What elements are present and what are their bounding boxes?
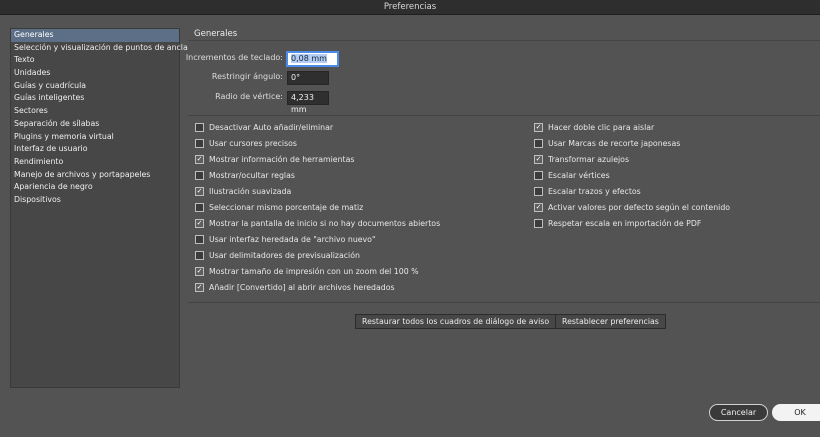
options-divider-top <box>188 115 820 116</box>
option-checkbox-row[interactable]: ✓ Mostrar la pantalla de inicio si no hay… <box>195 218 440 230</box>
checkbox-unchecked[interactable] <box>195 250 204 260</box>
constrain-angle-row: Restringir ángulo: 0° <box>164 70 344 85</box>
sidebar-item[interactable]: Guías y cuadrícula <box>11 80 179 93</box>
checkbox-unchecked[interactable] <box>195 234 204 244</box>
sidebar-item[interactable]: Apariencia de negro <box>11 181 179 194</box>
option-checkbox-row[interactable]: ✓ Transformar azulejos <box>534 154 629 166</box>
constrain-angle-input[interactable]: 0° <box>287 71 329 85</box>
option-checkbox-row[interactable]: Desactivar Auto añadir/eliminar <box>195 122 333 134</box>
option-label: Escalar vértices <box>548 171 610 180</box>
option-checkbox-row[interactable]: Usar cursores precisos <box>195 138 297 150</box>
option-checkbox-row[interactable]: Seleccionar mismo porcentaje de matiz <box>195 202 363 214</box>
sidebar-item[interactable]: Texto <box>11 54 179 67</box>
sidebar-item[interactable]: Guías inteligentes <box>11 92 179 105</box>
checkbox-checked[interactable]: ✓ <box>195 186 204 196</box>
corner-radius-label: Radio de vértice: <box>215 92 283 101</box>
section-title: Generales <box>194 29 238 39</box>
cancel-button[interactable]: Cancelar <box>709 404 768 421</box>
option-checkbox-row[interactable]: ✓ Ilustración suavizada <box>195 186 291 198</box>
checkbox-unchecked[interactable] <box>195 170 204 180</box>
option-checkbox-row[interactable]: ✓ Mostrar tamaño de impresión con un zoom… <box>195 266 419 278</box>
sidebar-item[interactable]: Rendimiento <box>11 156 179 169</box>
option-checkbox-row[interactable]: Usar Marcas de recorte japonesas <box>534 138 680 150</box>
option-checkbox-row[interactable]: Escalar trazos y efectos <box>534 186 641 198</box>
checkbox-unchecked[interactable] <box>534 218 543 228</box>
corner-radius-input[interactable]: 4,233 mm <box>287 91 329 114</box>
options-divider-bottom <box>188 302 820 303</box>
option-label: Mostrar tamaño de impresión con un zoom … <box>209 267 419 276</box>
preferences-sidebar: Generales Selección y visualización de pu… <box>10 28 188 388</box>
option-checkbox-row[interactable]: Escalar vértices <box>534 170 610 182</box>
option-label: Escalar trazos y efectos <box>548 187 641 196</box>
checkbox-checked[interactable]: ✓ <box>195 154 204 164</box>
reset-warning-dialogs-button[interactable]: Restaurar todos los cuadros de diálogo d… <box>355 314 557 329</box>
checkbox-checked[interactable]: ✓ <box>534 122 543 132</box>
checkbox-checked[interactable]: ✓ <box>534 154 543 164</box>
option-label: Respetar escala en importación de PDF <box>548 219 702 228</box>
option-checkbox-row[interactable]: Mostrar/ocultar reglas <box>195 170 295 182</box>
sidebar-item[interactable]: Selección y visualización de puntos de a… <box>11 42 188 55</box>
option-label: Ilustración suavizada <box>209 187 292 196</box>
option-label: Mostrar información de herramientas <box>209 155 355 164</box>
option-checkbox-row[interactable]: ✓ Activar valores por defecto según el co… <box>534 202 730 214</box>
section-divider <box>188 40 820 41</box>
checkbox-checked[interactable]: ✓ <box>195 266 204 276</box>
checkbox-checked[interactable]: ✓ <box>195 282 204 292</box>
option-label: Añadir [Convertido] al abrir archivos he… <box>209 283 395 292</box>
option-label: Activar valores por defecto según el con… <box>548 203 731 212</box>
keyboard-increment-row: Incrementos de teclado: 0,08 mm <box>164 51 344 66</box>
keyboard-increment-label: Incrementos de teclado: <box>185 53 283 62</box>
option-label: Usar delimitadores de previsualización <box>209 251 360 260</box>
option-label: Desactivar Auto añadir/eliminar <box>209 123 334 132</box>
constrain-angle-label: Restringir ángulo: <box>211 72 283 81</box>
reset-preferences-button[interactable]: Restablecer preferencias <box>555 314 666 329</box>
checkbox-unchecked[interactable] <box>195 138 204 148</box>
sidebar-item[interactable]: Separación de sílabas <box>11 118 179 131</box>
sidebar-item[interactable]: Manejo de archivos y portapapeles <box>11 169 179 182</box>
option-label: Mostrar la pantalla de inicio si no hay … <box>209 219 441 228</box>
option-label: Transformar azulejos <box>548 155 630 164</box>
option-label: Usar Marcas de recorte japonesas <box>548 139 681 148</box>
option-label: Usar interfaz heredada de "archivo nuevo… <box>209 235 376 244</box>
sidebar-item[interactable]: Generales <box>11 29 179 42</box>
option-checkbox-row[interactable]: Respetar escala en importación de PDF <box>534 218 701 230</box>
option-label: Hacer doble clic para aislar <box>548 123 655 132</box>
window-title: Preferencias <box>383 2 437 12</box>
checkbox-unchecked[interactable] <box>195 202 204 212</box>
checkbox-unchecked[interactable] <box>534 186 543 196</box>
checkbox-checked[interactable]: ✓ <box>195 218 204 228</box>
option-checkbox-row[interactable]: ✓ Añadir [Convertido] al abrir archivos h… <box>195 282 395 294</box>
window-titlebar: Preferencias <box>0 0 820 15</box>
keyboard-increment-input[interactable]: 0,08 mm <box>287 52 338 66</box>
corner-radius-row: Radio de vértice: 4,233 mm <box>164 90 344 114</box>
option-label: Seleccionar mismo porcentaje de matiz <box>209 203 364 212</box>
option-checkbox-row[interactable]: Usar delimitadores de previsualización <box>195 250 360 262</box>
sidebar-item[interactable]: Interfaz de usuario <box>11 143 179 156</box>
option-label: Usar cursores precisos <box>209 139 297 148</box>
checkbox-unchecked[interactable] <box>534 138 543 148</box>
sidebar-item[interactable]: Sectores <box>11 105 179 118</box>
option-checkbox-row[interactable]: ✓ Hacer doble clic para aislar <box>534 122 654 134</box>
sidebar-item[interactable]: Dispositivos <box>11 194 179 207</box>
option-checkbox-row[interactable]: ✓ Mostrar información de herramientas <box>195 154 354 166</box>
option-checkbox-row[interactable]: Usar interfaz heredada de "archivo nuevo… <box>195 234 376 246</box>
sidebar-item[interactable]: Unidades <box>11 67 179 80</box>
ok-button[interactable]: OK <box>772 404 820 421</box>
checkbox-unchecked[interactable] <box>195 122 204 132</box>
option-label: Mostrar/ocultar reglas <box>209 171 295 180</box>
sidebar-item[interactable]: Plugins y memoria virtual <box>11 131 179 144</box>
checkbox-checked[interactable]: ✓ <box>534 202 543 212</box>
checkbox-unchecked[interactable] <box>534 170 543 180</box>
